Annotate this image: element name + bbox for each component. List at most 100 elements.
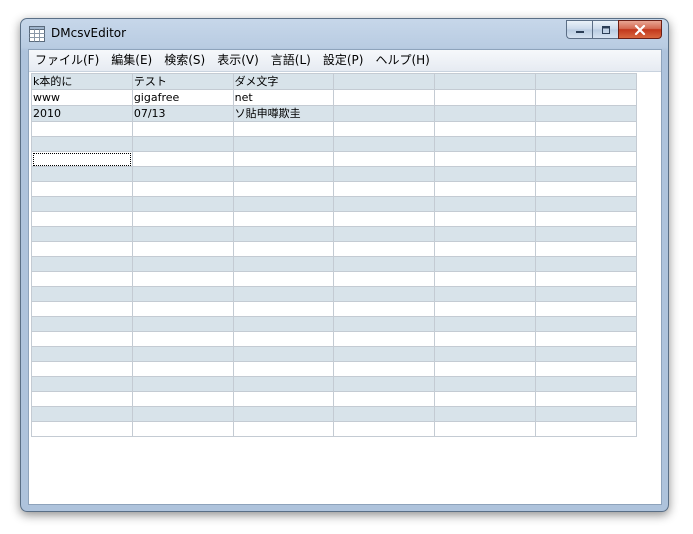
menu-help[interactable]: ヘルプ(H) <box>369 50 435 71</box>
grid-cell[interactable] <box>131 301 234 317</box>
grid-cell[interactable] <box>333 211 436 227</box>
grid-cell[interactable]: ソ貼申噂欺圭 <box>232 105 335 122</box>
grid-cell[interactable] <box>232 241 335 257</box>
grid-cell[interactable] <box>31 196 133 212</box>
grid-cell[interactable] <box>131 406 234 422</box>
grid-cell[interactable] <box>333 151 436 167</box>
grid-cell[interactable] <box>434 391 537 407</box>
grid-cell[interactable] <box>333 136 436 152</box>
grid-cell[interactable] <box>535 391 637 407</box>
grid-cell[interactable] <box>131 316 234 332</box>
grid-cell[interactable] <box>434 73 537 90</box>
grid-cell[interactable] <box>31 136 133 152</box>
menu-file[interactable]: ファイル(F) <box>29 50 105 71</box>
grid-cell[interactable] <box>232 286 335 302</box>
grid-cell[interactable] <box>434 316 537 332</box>
grid-cell[interactable] <box>333 196 436 212</box>
grid-cell[interactable] <box>232 376 335 392</box>
grid-cell[interactable] <box>232 391 335 407</box>
maximize-button[interactable] <box>592 20 618 39</box>
grid-cell[interactable] <box>333 256 436 272</box>
grid-cell[interactable] <box>434 271 537 287</box>
grid-cell[interactable] <box>535 181 637 197</box>
grid-cell[interactable]: 07/13 <box>131 105 234 122</box>
grid-cell[interactable] <box>232 316 335 332</box>
grid-cell[interactable] <box>131 271 234 287</box>
grid-cell[interactable] <box>333 286 436 302</box>
grid-cell[interactable] <box>131 196 234 212</box>
minimize-button[interactable] <box>566 20 592 39</box>
grid-cell[interactable] <box>434 331 537 347</box>
grid-cell[interactable] <box>232 181 335 197</box>
grid-cell[interactable] <box>434 105 537 122</box>
grid-cell[interactable] <box>333 361 436 377</box>
menu-view[interactable]: 表示(V) <box>211 50 265 71</box>
grid-cell[interactable] <box>31 346 133 362</box>
grid-cell[interactable] <box>333 226 436 242</box>
grid-cell[interactable] <box>31 406 133 422</box>
grid-cell[interactable] <box>535 301 637 317</box>
grid-cell[interactable]: net <box>232 89 335 106</box>
grid-cell[interactable] <box>333 376 436 392</box>
grid-cell[interactable] <box>333 271 436 287</box>
grid-cell[interactable] <box>333 316 436 332</box>
grid-cell[interactable] <box>131 166 234 182</box>
grid-cell[interactable]: gigafree <box>131 89 234 106</box>
grid-cell[interactable] <box>434 421 537 437</box>
grid-cell[interactable] <box>434 89 537 106</box>
grid-cell[interactable] <box>535 136 637 152</box>
grid-cell[interactable] <box>31 316 133 332</box>
grid-cell[interactable] <box>434 121 537 137</box>
grid-cell[interactable] <box>535 406 637 422</box>
grid-cell[interactable] <box>131 391 234 407</box>
grid-cell[interactable]: テスト <box>131 73 234 90</box>
grid-cell[interactable] <box>535 421 637 437</box>
grid-cell[interactable] <box>333 181 436 197</box>
grid-cell[interactable] <box>232 121 335 137</box>
grid-cell[interactable] <box>333 301 436 317</box>
grid-cell[interactable] <box>31 166 133 182</box>
grid-cell[interactable] <box>31 211 133 227</box>
menu-language[interactable]: 言語(L) <box>265 50 317 71</box>
grid-cell[interactable] <box>535 331 637 347</box>
grid-cell[interactable] <box>31 286 133 302</box>
grid-cell[interactable] <box>333 121 436 137</box>
grid-cell[interactable] <box>535 316 637 332</box>
grid-cell[interactable] <box>434 166 537 182</box>
grid-cell[interactable] <box>535 361 637 377</box>
grid-cell[interactable] <box>31 226 133 242</box>
grid-cell[interactable] <box>535 105 637 122</box>
grid-cell[interactable] <box>232 226 335 242</box>
grid-cell[interactable] <box>434 241 537 257</box>
grid-cell[interactable] <box>434 361 537 377</box>
grid-cell[interactable] <box>535 241 637 257</box>
grid-cell[interactable] <box>232 331 335 347</box>
grid-cell[interactable] <box>434 256 537 272</box>
grid-cell[interactable] <box>535 89 637 106</box>
grid-cell[interactable] <box>232 136 335 152</box>
grid-cell[interactable] <box>434 196 537 212</box>
grid-cell[interactable] <box>535 196 637 212</box>
grid-cell[interactable] <box>535 376 637 392</box>
grid-cell[interactable] <box>31 256 133 272</box>
grid-cell[interactable] <box>31 391 133 407</box>
grid-cell[interactable]: ダメ文字 <box>232 73 335 90</box>
grid-cell[interactable] <box>535 73 637 90</box>
grid-cell[interactable]: www <box>31 89 133 106</box>
grid-cell[interactable] <box>535 166 637 182</box>
grid-cell[interactable] <box>31 121 133 137</box>
grid-cell[interactable] <box>333 421 436 437</box>
grid-cell[interactable] <box>31 376 133 392</box>
menu-settings[interactable]: 設定(P) <box>317 50 370 71</box>
grid-cell[interactable] <box>535 226 637 242</box>
grid-cell[interactable] <box>131 361 234 377</box>
grid-cell[interactable] <box>131 256 234 272</box>
grid-cell[interactable] <box>31 271 133 287</box>
grid-cell[interactable] <box>535 286 637 302</box>
grid-cell[interactable] <box>333 89 436 106</box>
grid-cell[interactable] <box>333 346 436 362</box>
grid-cell[interactable] <box>434 226 537 242</box>
grid-cell[interactable] <box>333 391 436 407</box>
grid-cell[interactable] <box>434 286 537 302</box>
title-bar[interactable]: DMcsvEditor <box>21 19 668 49</box>
